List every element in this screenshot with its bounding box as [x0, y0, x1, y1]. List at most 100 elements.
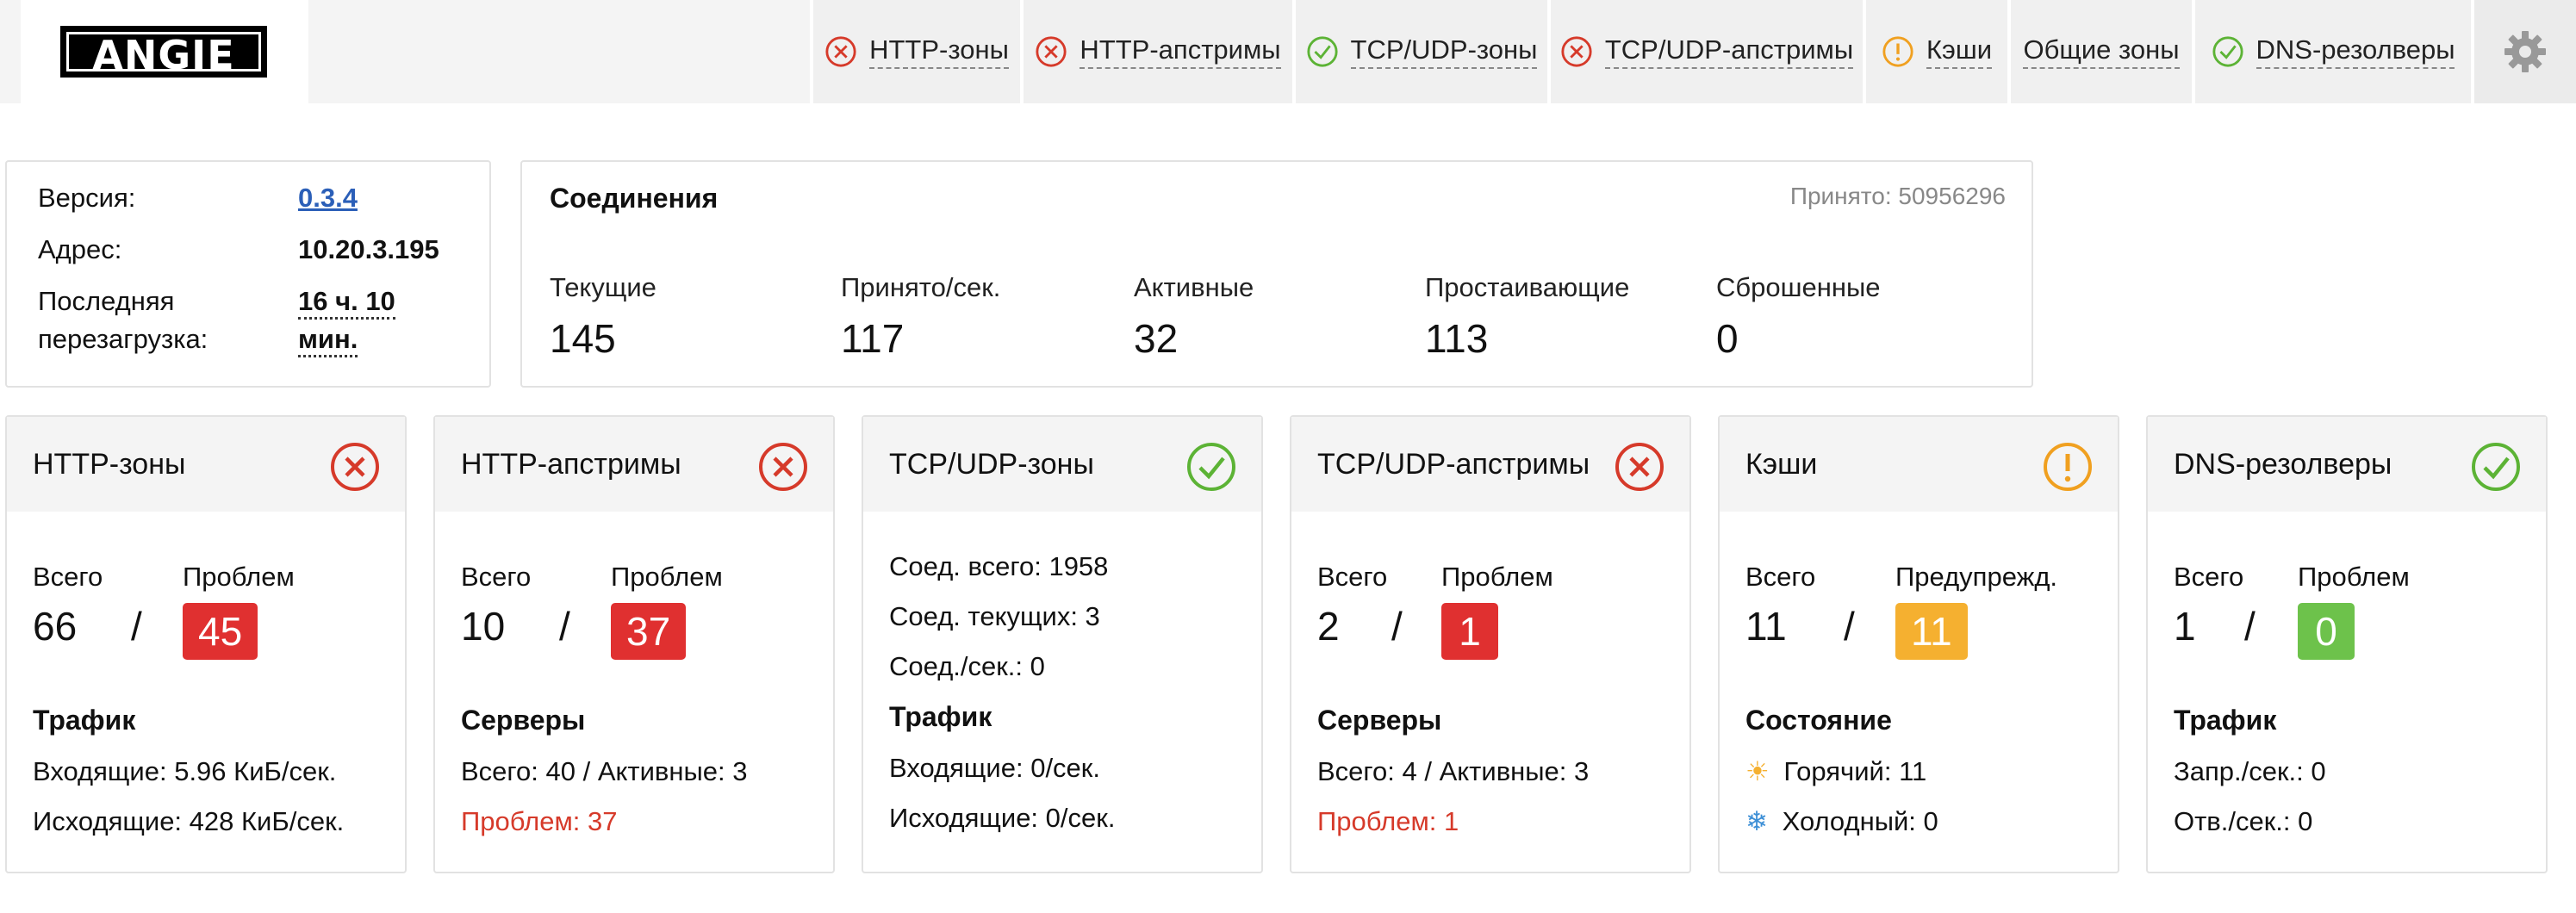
warning-icon — [1882, 36, 1913, 67]
conn-label: Текущие — [550, 272, 656, 302]
section-title: Трафик — [889, 701, 992, 732]
nav-label: Общие зоны — [2023, 34, 2180, 69]
nav-shared-zones[interactable]: Общие зоны — [2011, 0, 2192, 103]
traffic-in: Входящие: 5.96 КиБ/сек. — [33, 756, 337, 786]
address-value: 10.20.3.195 — [298, 234, 439, 264]
separator: / — [559, 604, 570, 649]
nav-label: HTTP-апстримы — [1080, 34, 1281, 69]
card-header: DNS-резолверы — [2148, 417, 2546, 512]
error-icon — [1615, 443, 1664, 491]
card-title: TCP/UDP-апстримы — [1317, 448, 1590, 481]
check-icon — [1187, 443, 1235, 491]
card-caches[interactable]: Кэши Всего Предупрежд. 11 / 11 Состояние… — [1718, 415, 2119, 873]
total-value: 1 — [2174, 604, 2196, 649]
card-title: DNS-резолверы — [2174, 448, 2392, 481]
conn-value: 145 — [550, 316, 616, 361]
angie-logo[interactable]: ANGIE — [60, 26, 267, 78]
reload-value[interactable]: 16 ч. 10 — [298, 286, 395, 320]
hot-caches: ☀ Горячий: 11 — [1745, 756, 1926, 787]
total-label: Всего — [1317, 562, 1388, 592]
reload-value-cont[interactable]: мин. — [298, 324, 358, 357]
check-icon — [2212, 36, 2243, 67]
hot-label: Горячий: 11 — [1783, 756, 1927, 786]
problem-badge: 0 — [2298, 603, 2355, 660]
conn-idle: Простаивающие 113 — [1425, 272, 1629, 362]
snowflake-icon: ❄ — [1745, 806, 1768, 837]
nav-tcp-zones[interactable]: TCP/UDP-зоны — [1296, 0, 1547, 103]
nav-http-upstreams[interactable]: HTTP-апстримы — [1024, 0, 1292, 103]
traffic-in: Входящие: 0/сек. — [889, 753, 1100, 783]
servers-summary: Всего: 40 / Активные: 3 — [461, 756, 748, 786]
separator: / — [131, 604, 142, 649]
card-header: Кэши — [1720, 417, 2118, 512]
servers-problems: Проблем: 37 — [461, 806, 618, 836]
connections-accepted: Принято: 50956296 — [1789, 183, 2006, 209]
version-link[interactable]: 0.3.4 — [298, 183, 358, 214]
traffic-out: Исходящие: 428 КиБ/сек. — [33, 806, 345, 836]
conn-active: Активные 32 — [1134, 272, 1254, 362]
conn-label: Принято/сек. — [841, 272, 1001, 302]
conn-label: Активные — [1134, 272, 1254, 302]
requests-per-sec: Запр./сек.: 0 — [2174, 756, 2326, 786]
logo-cell[interactable]: ANGIE — [21, 0, 308, 103]
total-label: Всего — [1745, 562, 1816, 592]
total-value: 2 — [1317, 604, 1340, 649]
problem-label: Проблем — [183, 562, 295, 592]
conn-dropped: Сброшенные 0 — [1716, 272, 1881, 362]
conn-label: Сброшенные — [1716, 272, 1881, 302]
total-value: 10 — [461, 604, 506, 649]
nav-label: DNS-резолверы — [2256, 34, 2455, 69]
error-icon — [759, 443, 807, 491]
warning-badge: 11 — [1895, 603, 1968, 660]
error-icon — [331, 443, 379, 491]
cold-caches: ❄ Холодный: 0 — [1745, 806, 1938, 837]
card-header: HTTP-апстримы — [435, 417, 833, 512]
servers-problems: Проблем: 1 — [1317, 806, 1459, 836]
card-title: HTTP-зоны — [33, 448, 186, 481]
conn-total: Соед. всего: 1958 — [889, 551, 1109, 581]
problem-badge: 1 — [1441, 603, 1498, 660]
connections-panel: Соединения Принято: 50956296 Текущие 145… — [520, 160, 2033, 388]
section-title: Трафик — [33, 705, 136, 736]
responses-per-sec: Отв./сек.: 0 — [2174, 806, 2313, 836]
nav-dns-resolvers[interactable]: DNS-резолверы — [2195, 0, 2471, 103]
section-title: Серверы — [461, 705, 586, 736]
settings-button[interactable] — [2474, 0, 2576, 103]
servers-summary: Всего: 4 / Активные: 3 — [1317, 756, 1590, 786]
section-title: Состояние — [1745, 705, 1892, 736]
version-label: Версия: — [38, 183, 136, 213]
top-navigation: ANGIE HTTP-зоны HTTP-апстримы TCP/UDP-зо… — [0, 0, 2576, 103]
problem-badge: 45 — [183, 603, 258, 660]
total-label: Всего — [33, 562, 103, 592]
nav-tcp-upstreams[interactable]: TCP/UDP-апстримы — [1551, 0, 1863, 103]
total-value: 11 — [1745, 604, 1787, 649]
card-http-zones[interactable]: HTTP-зоны Всего Проблем 66 / 45 Трафик В… — [5, 415, 407, 873]
total-value: 66 — [33, 604, 78, 649]
conn-value: 117 — [841, 316, 905, 361]
card-title: HTTP-апстримы — [461, 448, 681, 481]
error-icon — [825, 36, 856, 67]
card-http-upstreams[interactable]: HTTP-апстримы Всего Проблем 10 / 37 Серв… — [433, 415, 835, 873]
conn-value: 32 — [1134, 316, 1179, 361]
card-tcp-upstreams[interactable]: TCP/UDP-апстримы Всего Проблем 2 / 1 Сер… — [1290, 415, 1691, 873]
gear-icon — [2504, 31, 2546, 72]
separator: / — [1844, 604, 1855, 649]
card-dns-resolvers[interactable]: DNS-резолверы Всего Проблем 1 / 0 Трафик… — [2146, 415, 2548, 873]
card-header: TCP/UDP-зоны — [863, 417, 1261, 512]
error-icon — [1561, 36, 1592, 67]
nav-label: TCP/UDP-зоны — [1350, 34, 1538, 69]
nav-caches[interactable]: Кэши — [1866, 0, 2007, 103]
conn-current: Соед. текущих: 3 — [889, 601, 1100, 631]
warning-icon — [2044, 443, 2092, 491]
warning-label: Предупрежд. — [1895, 562, 2058, 592]
problem-label: Проблем — [1441, 562, 1553, 592]
separator: / — [2244, 604, 2256, 649]
card-header: TCP/UDP-апстримы — [1291, 417, 1689, 512]
card-tcp-zones[interactable]: TCP/UDP-зоны Соед. всего: 1958 Соед. тек… — [862, 415, 1263, 873]
nav-http-zones[interactable]: HTTP-зоны — [813, 0, 1020, 103]
conn-per-sec: Соед./сек.: 0 — [889, 651, 1045, 681]
error-icon — [1036, 36, 1067, 67]
check-icon — [1306, 36, 1338, 67]
nav-label: HTTP-зоны — [869, 34, 1009, 69]
conn-current: Текущие 145 — [550, 272, 656, 362]
